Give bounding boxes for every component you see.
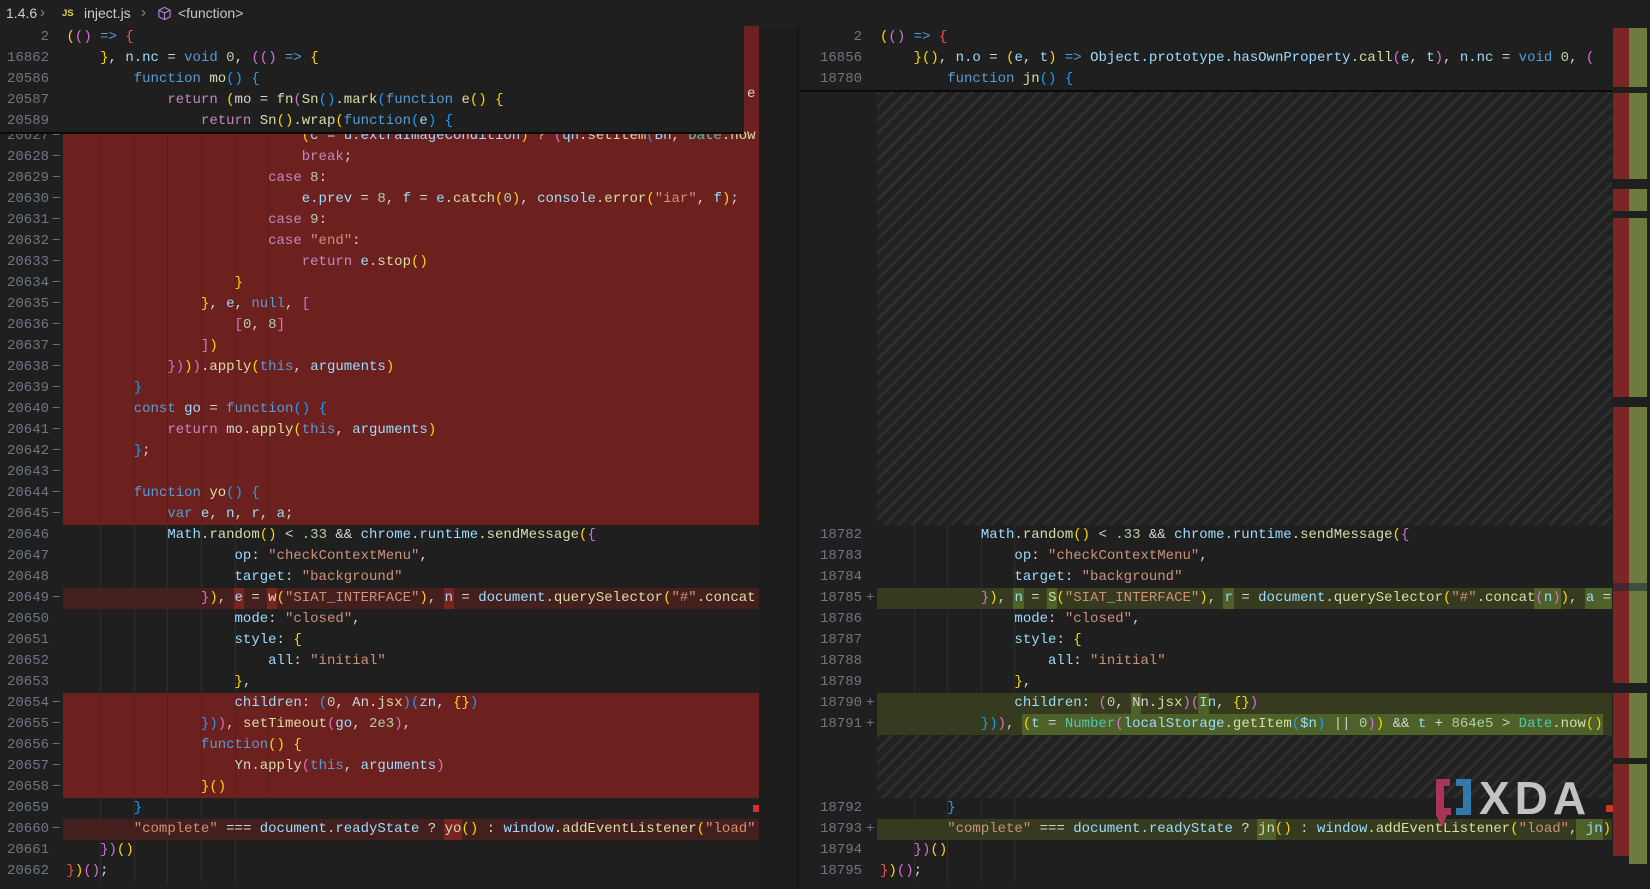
- svg-text:XDA: XDA: [1479, 772, 1591, 824]
